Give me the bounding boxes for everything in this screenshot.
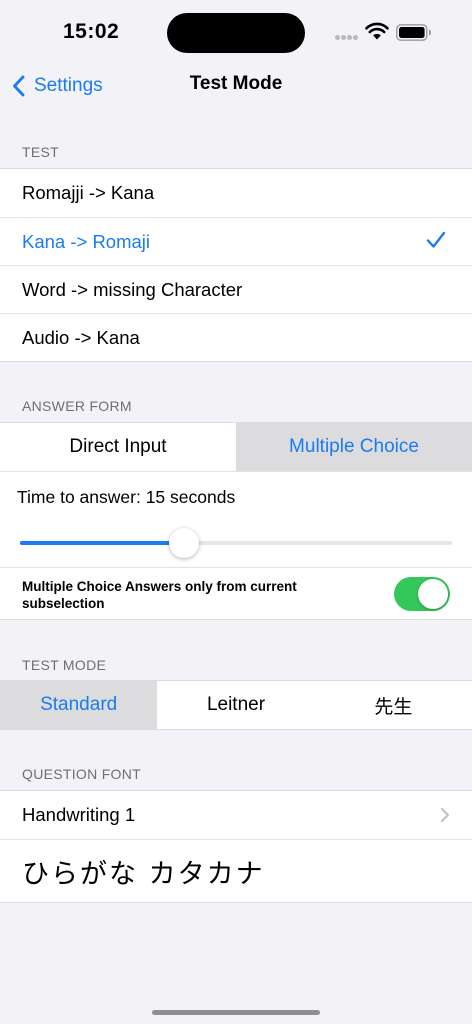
- question-font-group: Handwriting 1 ひらがな カタカナ: [0, 790, 472, 903]
- test-mode-group: Standard Leitner 先生: [0, 680, 472, 730]
- segment-standard[interactable]: Standard: [0, 681, 158, 729]
- selected-font-label: Handwriting 1: [22, 804, 136, 825]
- test-option-label: Romajji -> Kana: [22, 182, 155, 203]
- status-bar: 15:02: [0, 0, 472, 64]
- segment-leitner[interactable]: Leitner: [157, 681, 315, 729]
- status-time: 15:02: [63, 20, 120, 43]
- font-selector-row[interactable]: Handwriting 1: [0, 791, 472, 839]
- test-option-word-to-missing-character[interactable]: Word -> missing Character: [0, 265, 472, 313]
- toggle-knob: [418, 579, 448, 609]
- dynamic-island: [167, 13, 305, 53]
- section-header-question-font: QUESTION FONT: [22, 766, 142, 782]
- checkmark-icon: [426, 231, 446, 248]
- time-to-answer-slider[interactable]: [20, 528, 452, 558]
- test-option-label: Kana -> Romaji: [22, 230, 151, 252]
- page-title: Test Mode: [189, 73, 283, 94]
- subselection-toggle[interactable]: [394, 577, 450, 611]
- font-preview: ひらがな カタカナ: [0, 839, 472, 902]
- test-option-romaji-to-kana[interactable]: Romajji -> Kana: [0, 169, 472, 217]
- test-options-group: Romajji -> Kana Kana -> Romaji Word -> m…: [0, 168, 472, 362]
- test-option-label: Word -> missing Character: [22, 278, 243, 300]
- section-header-answer-form: ANSWER FORM: [22, 398, 132, 414]
- test-mode-segmented-control: Standard Leitner 先生: [0, 681, 472, 729]
- slider-thumb[interactable]: [169, 528, 200, 558]
- test-option-kana-to-romaji[interactable]: Kana -> Romaji: [0, 217, 472, 265]
- wifi-icon: [365, 22, 389, 40]
- home-indicator: [152, 1010, 320, 1015]
- chevron-right-icon: [440, 807, 450, 823]
- test-option-label: Audio -> Kana: [22, 326, 140, 348]
- signal-dots-icon: [335, 35, 359, 41]
- time-to-answer-label: Time to answer: 15 seconds: [17, 487, 236, 507]
- segment-multiple-choice[interactable]: Multiple Choice: [236, 423, 472, 471]
- segment-direct-input[interactable]: Direct Input: [0, 423, 236, 471]
- toggle-label-subselection: Multiple Choice Answers only from curren…: [22, 579, 297, 611]
- section-header-test: TEST: [22, 144, 59, 160]
- segment-sensei[interactable]: 先生: [314, 681, 472, 729]
- test-option-audio-to-kana[interactable]: Audio -> Kana: [0, 313, 472, 361]
- navigation-bar: Settings Test Mode: [0, 64, 472, 108]
- divider: [0, 567, 472, 568]
- section-header-test-mode: TEST MODE: [22, 657, 107, 673]
- battery-icon: [396, 24, 431, 41]
- slider-fill: [20, 541, 185, 545]
- answer-form-segmented-control: Direct Input Multiple Choice: [0, 423, 472, 472]
